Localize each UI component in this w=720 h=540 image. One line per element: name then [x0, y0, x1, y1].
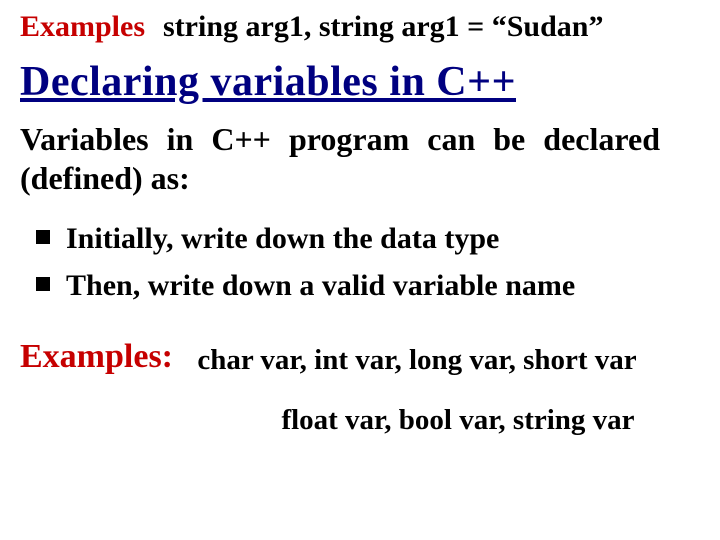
examples-line-3: float var, bool var, string var	[228, 404, 688, 437]
intro-paragraph: Variables in C++ program can be declared…	[20, 120, 660, 198]
examples-label-1: Examples	[20, 10, 145, 43]
list-item: Initially, write down the data type	[46, 216, 700, 263]
examples-line-1: Examples string arg1, string arg1 = “Suda…	[20, 10, 700, 44]
bullet-text: Then, write down a valid variable name	[66, 269, 575, 302]
examples-line-2: Examples: char var, int var, long var, s…	[20, 337, 700, 380]
examples-code-1: string arg1, string arg1 = “Sudan”	[163, 10, 603, 43]
bullet-list: Initially, write down the data type Then…	[20, 216, 700, 309]
section-heading: Declaring variables in C++	[20, 58, 700, 106]
slide: Examples string arg1, string arg1 = “Suda…	[0, 0, 720, 540]
examples-label-2: Examples:	[20, 337, 173, 378]
bullet-text: Initially, write down the data type	[66, 222, 499, 255]
list-item: Then, write down a valid variable name	[46, 263, 700, 310]
examples-body-2: char var, int var, long var, short var	[187, 337, 647, 380]
